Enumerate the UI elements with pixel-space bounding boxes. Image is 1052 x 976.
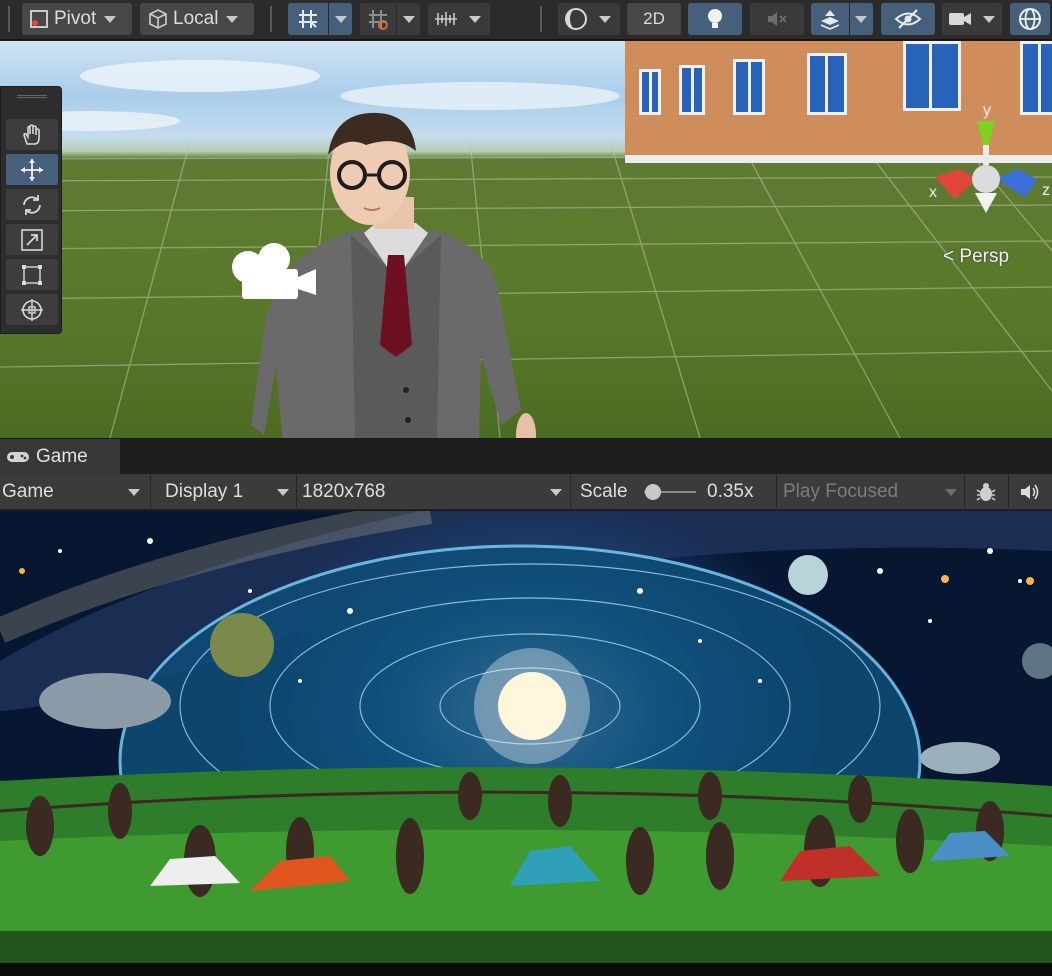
- axis-y-label: y: [983, 102, 991, 119]
- gizmos-toggle[interactable]: [1010, 3, 1050, 35]
- persp-label: Persp: [959, 246, 1010, 267]
- local-label: Local: [173, 8, 219, 29]
- pivot-label: Pivot: [54, 8, 97, 29]
- game-tab-bar: Game: [0, 439, 1052, 474]
- chevron-down-icon: [334, 15, 347, 23]
- scene-camera-gizmo-icon[interactable]: [230, 239, 320, 301]
- draw-mode-icon: [558, 6, 594, 32]
- light-bulb-icon: [704, 7, 726, 31]
- window-bottom-edge: [0, 963, 1052, 976]
- hand-tool-icon: [23, 123, 40, 145]
- chevron-down-icon: [855, 15, 867, 23]
- chevron-down-icon: [550, 488, 562, 496]
- view-select-value: Game: [2, 481, 54, 502]
- effects-icon: [811, 7, 849, 31]
- building-window: [639, 69, 661, 115]
- effects-dropdown[interactable]: [811, 3, 873, 35]
- display-select-value: Display 1: [165, 481, 244, 502]
- hand-tool-button[interactable]: [6, 119, 58, 150]
- draw-mode-dropdown[interactable]: [558, 3, 620, 35]
- tab-game-label: Game: [36, 445, 88, 467]
- pivot-icon: [28, 8, 50, 30]
- scene-toolbar: Pivot Local 2D: [0, 0, 1052, 40]
- pivot-dropdown[interactable]: Pivot: [22, 3, 132, 35]
- resolution-select[interactable]: 1820x768: [302, 474, 566, 510]
- chevron-down-icon: [277, 488, 289, 496]
- scale-tool-icon: [21, 228, 43, 251]
- audio-button[interactable]: [1016, 474, 1044, 510]
- chevron-down-icon: [128, 488, 140, 496]
- axis-x-label: x: [929, 184, 937, 201]
- toolbar-grip[interactable]: [8, 6, 10, 32]
- building-window: [679, 65, 705, 115]
- increment-snap-toggle[interactable]: [360, 3, 420, 35]
- game-render-image: [0, 511, 1052, 963]
- scale-slider-thumb[interactable]: [645, 484, 661, 500]
- transform-tool-icon: [21, 298, 43, 321]
- gizmos-icon: [1017, 6, 1043, 32]
- rect-tool-button[interactable]: [6, 259, 58, 290]
- view-select[interactable]: Game: [2, 474, 148, 510]
- scene-camera-dropdown[interactable]: [942, 3, 1002, 35]
- visibility-icon: [894, 8, 922, 30]
- ruler-icon: [428, 8, 464, 30]
- mode-2d-label: 2D: [643, 9, 665, 28]
- chevron-down-icon: [104, 15, 117, 23]
- move-tool-button[interactable]: [6, 154, 58, 185]
- rotate-tool-button[interactable]: [6, 189, 58, 220]
- scale-slider[interactable]: [644, 474, 698, 510]
- local-cube-icon: [146, 7, 170, 31]
- scene-tools-panel: [0, 86, 62, 334]
- debug-button[interactable]: [972, 474, 1000, 510]
- scene-view[interactable]: y x z < Persp: [0, 41, 1052, 438]
- grid-snap-toggle[interactable]: [288, 3, 352, 35]
- game-view[interactable]: [0, 511, 1052, 963]
- audio-mute-icon: [765, 8, 789, 30]
- axis-z-label: z: [1042, 182, 1050, 199]
- audio-toggle[interactable]: [750, 3, 804, 35]
- tab-game[interactable]: Game: [0, 439, 120, 474]
- grid-snap-icon: [288, 7, 328, 31]
- rect-tool-icon: [22, 264, 42, 285]
- chevron-down-icon: [226, 15, 239, 23]
- scale-value: 0.35x: [707, 481, 754, 502]
- ruler-dropdown[interactable]: [428, 3, 490, 35]
- play-mode-select-value: Play Focused: [783, 481, 899, 502]
- chevron-left-icon: <: [943, 246, 955, 267]
- panel-drag-handle[interactable]: [17, 95, 47, 98]
- transform-tool-button[interactable]: [6, 294, 58, 325]
- mode-2d-toggle[interactable]: 2D: [627, 3, 681, 35]
- chevron-down-icon: [983, 15, 995, 23]
- move-tool-icon: [21, 158, 43, 181]
- increment-snap-icon: [360, 7, 396, 31]
- toolbar-grip[interactable]: [270, 6, 272, 32]
- resolution-select-value: 1820x768: [302, 481, 386, 502]
- scale-label: Scale: [580, 481, 628, 502]
- toolbar-grip[interactable]: [540, 6, 542, 32]
- scene-camera-icon: [942, 9, 978, 29]
- speaker-icon: [1021, 484, 1039, 500]
- game-toolbar: Game Display 1 1820x768 Scale 0.35x Play…: [0, 474, 1052, 510]
- chevron-down-icon: [599, 15, 611, 23]
- orientation-gizmo[interactable]: y x z: [925, 99, 1052, 219]
- lighting-toggle[interactable]: [688, 3, 742, 35]
- projection-toggle[interactable]: < Persp: [943, 246, 1009, 268]
- building-window: [733, 59, 765, 115]
- chevron-down-icon: [945, 488, 957, 496]
- chevron-down-icon: [402, 15, 415, 23]
- building-window: [807, 53, 847, 115]
- local-dropdown[interactable]: Local: [140, 3, 254, 35]
- bug-icon: [976, 483, 996, 501]
- scale-tool-button[interactable]: [6, 224, 58, 255]
- play-mode-select[interactable]: Play Focused: [783, 474, 961, 510]
- chevron-down-icon: [469, 15, 481, 23]
- display-select[interactable]: Display 1: [165, 474, 293, 510]
- scene-visibility-toggle[interactable]: [881, 3, 935, 35]
- rotate-tool-icon: [23, 194, 41, 215]
- gamepad-icon: [7, 451, 29, 462]
